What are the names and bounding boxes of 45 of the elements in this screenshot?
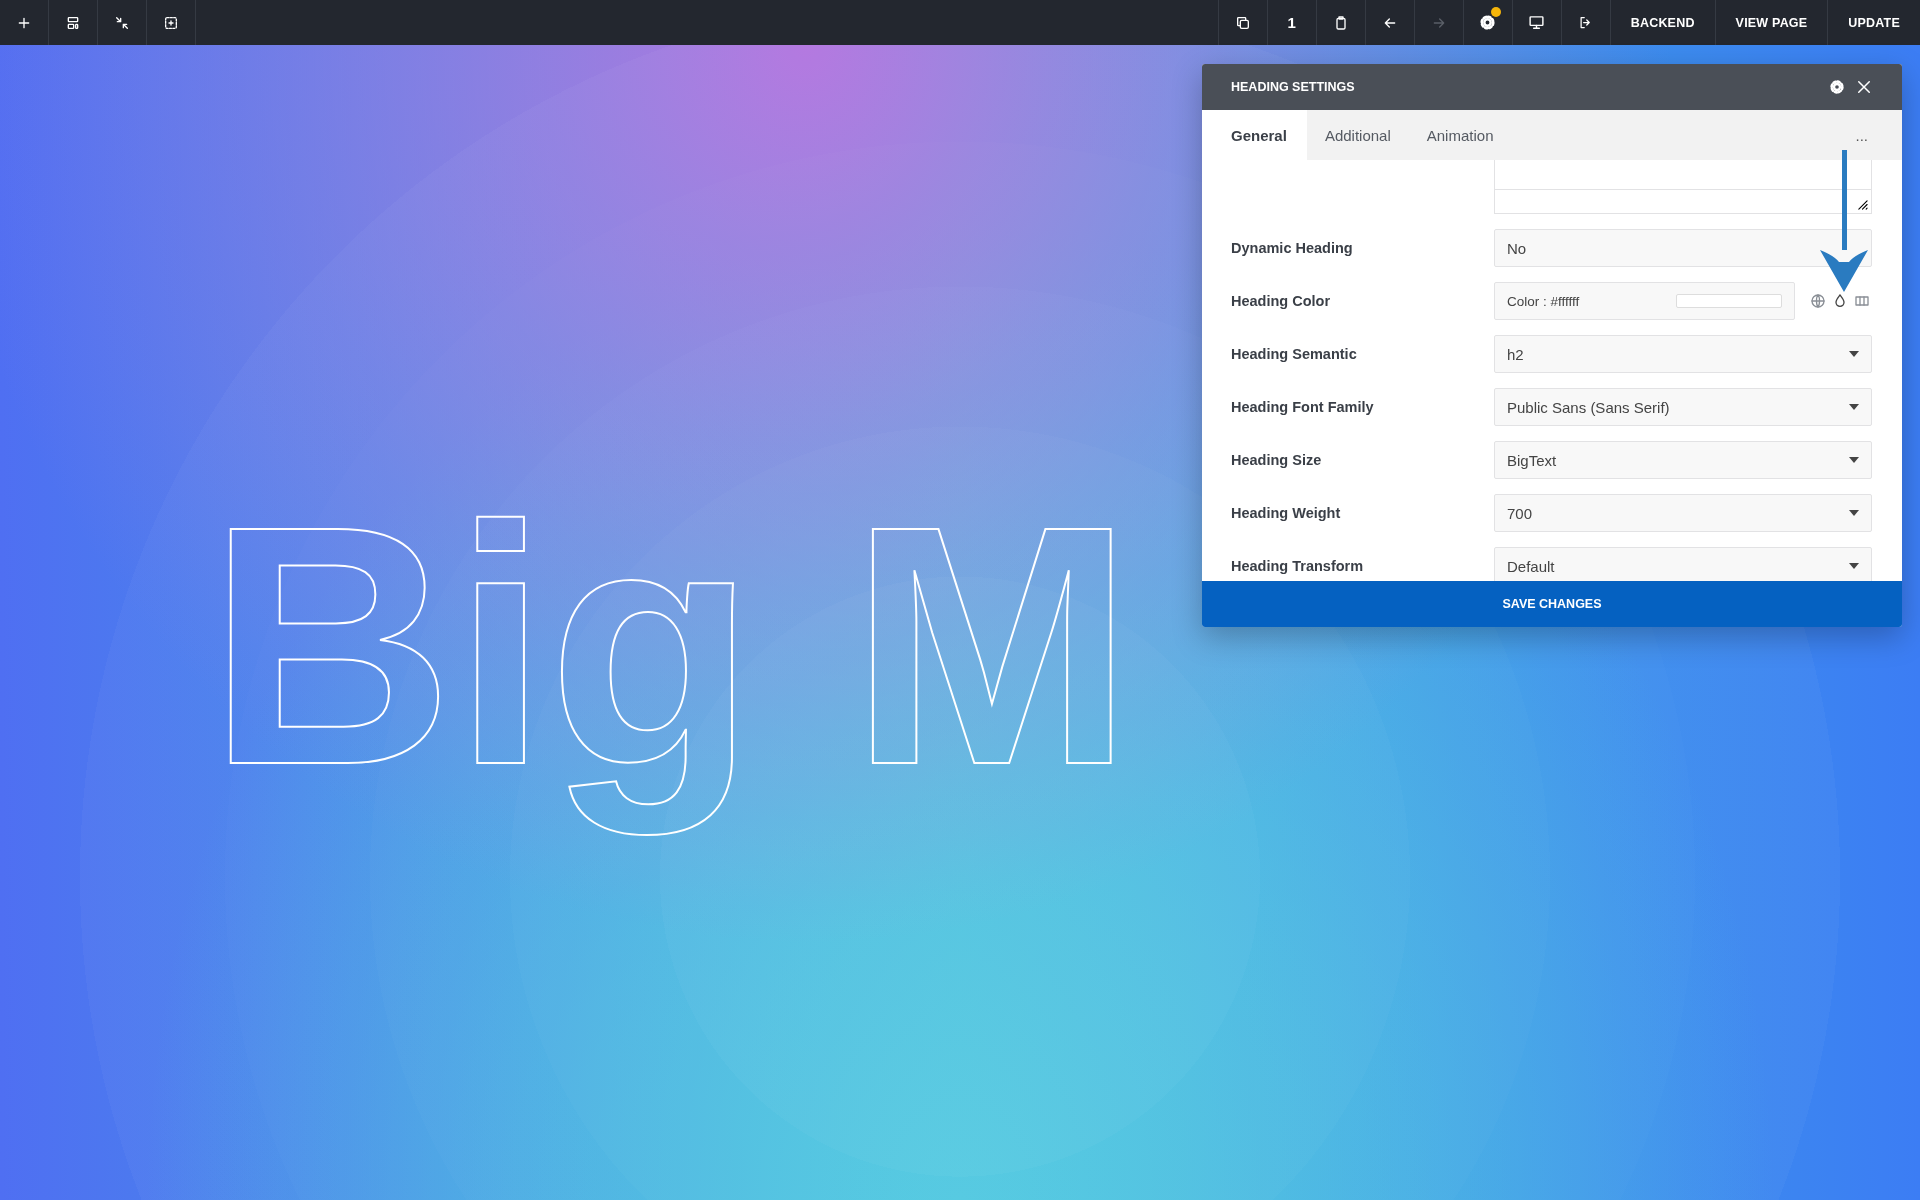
text-area-field[interactable]	[1494, 160, 1872, 214]
more-button[interactable]: ...	[1849, 110, 1874, 160]
tab[interactable]: General	[1202, 110, 1307, 160]
field-label: Heading Weight	[1231, 505, 1342, 521]
monitor-icon	[1528, 14, 1546, 31]
field-label: Dynamic Heading	[1231, 240, 1354, 256]
tab[interactable]: Additional	[1306, 110, 1409, 160]
copy-icon	[1234, 14, 1251, 31]
caret-icon	[1849, 457, 1859, 463]
resize-grip-icon	[1857, 199, 1868, 210]
input-field[interactable]: No	[1494, 229, 1872, 267]
toolbar-text-button[interactable]: VIEW PAGE	[1714, 0, 1828, 45]
dropdown[interactable]: Public Sans (Sans Serif)	[1494, 388, 1872, 426]
dialog-title: HEADING SETTINGS	[1231, 80, 1356, 94]
field-label: Heading Size	[1231, 452, 1323, 468]
caret-icon	[1849, 351, 1859, 357]
caret-icon	[1849, 563, 1859, 569]
field-label: Heading Font Family	[1231, 399, 1375, 415]
page-count-button[interactable]: 1	[1266, 0, 1316, 45]
field-label: Heading Color	[1231, 293, 1332, 309]
color-field[interactable]: Color : #ffffff	[1494, 282, 1795, 320]
toolbar-text-button[interactable]: UPDATE	[1827, 0, 1920, 45]
notification-badge	[1490, 7, 1501, 17]
settings-icon	[1829, 79, 1845, 95]
layout-icon	[65, 14, 81, 31]
outlined-heading: Big M	[208, 454, 1134, 838]
save-button[interactable]: SAVE CHANGES	[1202, 581, 1902, 627]
collapse-arrows-icon	[114, 14, 130, 31]
dropdown[interactable]: Default	[1494, 547, 1872, 581]
caret-icon	[1849, 404, 1859, 410]
dropdown[interactable]: BigText	[1494, 441, 1872, 479]
tab[interactable]: Animation	[1408, 110, 1512, 160]
dropdown[interactable]: h2	[1494, 335, 1872, 373]
field-label: Heading Transform	[1231, 558, 1365, 574]
dropdown[interactable]: 700	[1494, 494, 1872, 532]
toolbar-text-button[interactable]: BACKEND	[1609, 0, 1715, 45]
drop-icon	[1832, 293, 1848, 309]
dashed-plus-icon	[163, 14, 179, 31]
settings-icon	[1479, 14, 1497, 31]
close-icon	[1855, 78, 1873, 96]
columns-icon	[1854, 293, 1870, 309]
caret-icon	[1849, 510, 1859, 516]
close-button[interactable]	[1855, 78, 1873, 96]
globe-icon	[1810, 293, 1826, 309]
field-label: Heading Semantic	[1231, 346, 1358, 362]
